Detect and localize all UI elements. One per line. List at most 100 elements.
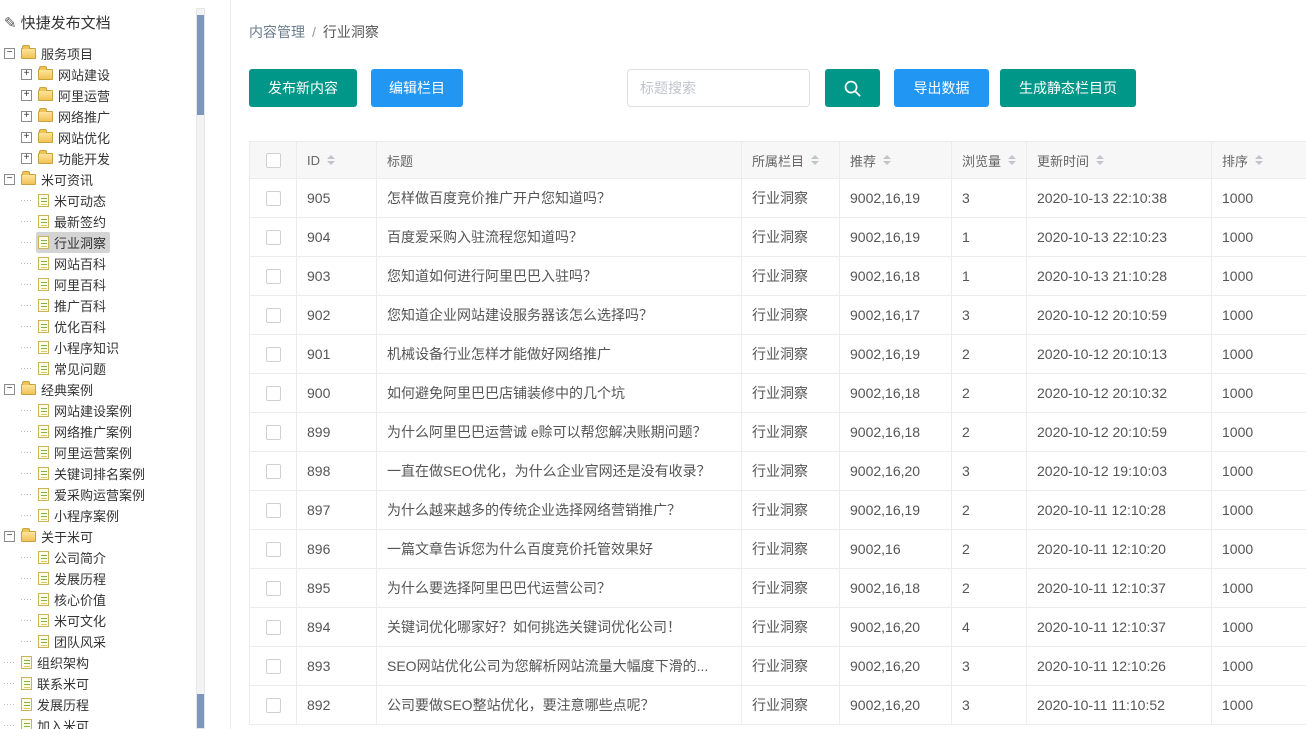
column-header-category[interactable]: 所属栏目 (742, 142, 840, 179)
tree-node[interactable]: 小程序知识 (36, 337, 123, 358)
sort-icon[interactable] (1255, 155, 1263, 165)
collapse-minus-icon[interactable]: − (4, 48, 15, 59)
tree-node[interactable]: 核心价值 (36, 589, 110, 610)
row-checkbox[interactable] (266, 620, 281, 635)
row-checkbox[interactable] (266, 425, 281, 440)
row-checkbox[interactable] (266, 464, 281, 479)
tree-node[interactable]: 网络推广案例 (36, 421, 136, 442)
tree-node[interactable]: 米可资讯 (19, 169, 97, 190)
expand-plus-icon[interactable]: + (21, 90, 32, 101)
cell-title[interactable]: 关键词优化哪家好？如何挑选关键词优化公司！ (377, 608, 742, 647)
row-checkbox[interactable] (266, 659, 281, 674)
tree-node[interactable]: 优化百科 (36, 316, 110, 337)
tree-node[interactable]: 经典案例 (19, 379, 97, 400)
tree-node[interactable]: 米可文化 (36, 610, 110, 631)
tree-node[interactable]: 联系米可 (19, 673, 93, 694)
tree-item-label: 米可文化 (54, 611, 106, 630)
tree-node[interactable]: 常见问题 (36, 358, 110, 379)
expand-plus-icon[interactable]: + (21, 69, 32, 80)
cell-title[interactable]: 一篇文章告诉您为什么百度竞价托管效果好 (377, 530, 742, 569)
tree-node[interactable]: 发展历程 (19, 694, 93, 715)
sort-icon[interactable] (883, 155, 891, 165)
edit-columns-button[interactable]: 编辑栏目 (371, 69, 463, 107)
cell-title[interactable]: 您知道企业网站建设服务器该怎么选择吗？ (377, 296, 742, 335)
expand-plus-icon[interactable]: + (21, 132, 32, 143)
tree-node[interactable]: 米可动态 (36, 190, 110, 211)
tree-node[interactable]: 最新签约 (36, 211, 110, 232)
tree-node[interactable]: 网络推广 (36, 106, 114, 127)
row-checkbox[interactable] (266, 581, 281, 596)
generate-static-page-button[interactable]: 生成静态栏目页 (1000, 69, 1136, 107)
breadcrumb-item-parent[interactable]: 内容管理 (249, 24, 305, 40)
row-checkbox[interactable] (266, 269, 281, 284)
search-button[interactable] (825, 69, 880, 107)
cell-title[interactable]: 公司要做SEO整站优化，要注意哪些点呢？ (377, 686, 742, 725)
cell-title[interactable]: 为什么阿里巴巴运营诚 e赊可以帮您解决账期问题？ (377, 413, 742, 452)
tree-node[interactable]: 公司简介 (36, 547, 110, 568)
select-all-checkbox[interactable] (266, 153, 281, 168)
row-checkbox[interactable] (266, 503, 281, 518)
collapse-minus-icon[interactable]: − (4, 531, 15, 542)
tree-node[interactable]: 组织架构 (19, 652, 93, 673)
cell-title[interactable]: 怎样做百度竞价推广开户您知道吗？ (377, 179, 742, 218)
tree-node[interactable]: 关键词排名案例 (36, 463, 149, 484)
tree-node[interactable]: 服务项目 (19, 43, 97, 64)
tree-node[interactable]: 团队风采 (36, 631, 110, 652)
column-header-id[interactable]: ID (297, 142, 377, 179)
tree-node[interactable]: 加入米可 (19, 715, 93, 729)
tree-node[interactable]: 关于米可 (19, 526, 97, 547)
cell-title[interactable]: 机械设备行业怎样才能做好网络推广 (377, 335, 742, 374)
cell-title[interactable]: 您知道如何进行阿里巴巴入驻吗？ (377, 257, 742, 296)
cell-title[interactable]: 一直在做SEO优化，为什么企业官网还是没有收录？ (377, 452, 742, 491)
collapse-minus-icon[interactable]: − (4, 384, 15, 395)
tree-node[interactable]: 推广百科 (36, 295, 110, 316)
row-checkbox[interactable] (266, 347, 281, 362)
tree-node[interactable]: 功能开发 (36, 148, 114, 169)
cell-title[interactable]: 为什么要选择阿里巴巴代运营公司？ (377, 569, 742, 608)
sidebar-scrollbar[interactable] (196, 8, 205, 729)
title-search-input[interactable] (627, 69, 810, 107)
tree-node[interactable]: 阿里百科 (36, 274, 110, 295)
tree-node[interactable]: 网站建设 (36, 64, 114, 85)
column-header-updated[interactable]: 更新时间 (1027, 142, 1212, 179)
row-checkbox[interactable] (266, 191, 281, 206)
row-checkbox[interactable] (266, 230, 281, 245)
tree-node[interactable]: 爱采购运营案例 (36, 484, 149, 505)
tree-connector (21, 263, 33, 264)
sort-icon[interactable] (327, 155, 335, 165)
sort-icon[interactable] (811, 155, 819, 165)
publish-new-content-button[interactable]: 发布新内容 (249, 69, 357, 107)
cell-id: 896 (297, 530, 377, 569)
tree-node[interactable]: 网站建设案例 (36, 400, 136, 421)
column-header-recommend[interactable]: 推荐 (840, 142, 952, 179)
tree-node-selected[interactable]: 行业洞察 (36, 232, 110, 253)
row-checkbox[interactable] (266, 542, 281, 557)
scrollbar-thumb-top[interactable] (197, 15, 204, 115)
cell-order: 1000 (1212, 296, 1306, 335)
tree-node[interactable]: 小程序案例 (36, 505, 123, 526)
column-header-order[interactable]: 排序 (1212, 142, 1306, 179)
sort-icon[interactable] (1096, 155, 1104, 165)
cell-order: 1000 (1212, 647, 1306, 686)
tree-node[interactable]: 网站百科 (36, 253, 110, 274)
tree-node[interactable]: 发展历程 (36, 568, 110, 589)
column-header-views[interactable]: 浏览量 (952, 142, 1027, 179)
cell-title[interactable]: 如何避免阿里巴巴店铺装修中的几个坑 (377, 374, 742, 413)
file-icon (38, 488, 49, 501)
tree-node[interactable]: 阿里运营 (36, 85, 114, 106)
collapse-minus-icon[interactable]: − (4, 174, 15, 185)
row-checkbox[interactable] (266, 698, 281, 713)
cell-title[interactable]: 为什么越来越多的传统企业选择网络营销推广？ (377, 491, 742, 530)
cell-title[interactable]: SEO网站优化公司为您解析网站流量大幅度下滑的... (377, 647, 742, 686)
cell-title[interactable]: 百度爱采购入驻流程您知道吗？ (377, 218, 742, 257)
sort-icon[interactable] (1008, 155, 1016, 165)
tree-node[interactable]: 网站优化 (36, 127, 114, 148)
scrollbar-thumb-bottom[interactable] (197, 694, 204, 728)
tree-node[interactable]: 阿里运营案例 (36, 442, 136, 463)
export-data-button[interactable]: 导出数据 (894, 69, 989, 107)
column-label: 所属栏目 (752, 151, 804, 170)
row-checkbox[interactable] (266, 386, 281, 401)
row-checkbox[interactable] (266, 308, 281, 323)
expand-plus-icon[interactable]: + (21, 153, 32, 164)
expand-plus-icon[interactable]: + (21, 111, 32, 122)
